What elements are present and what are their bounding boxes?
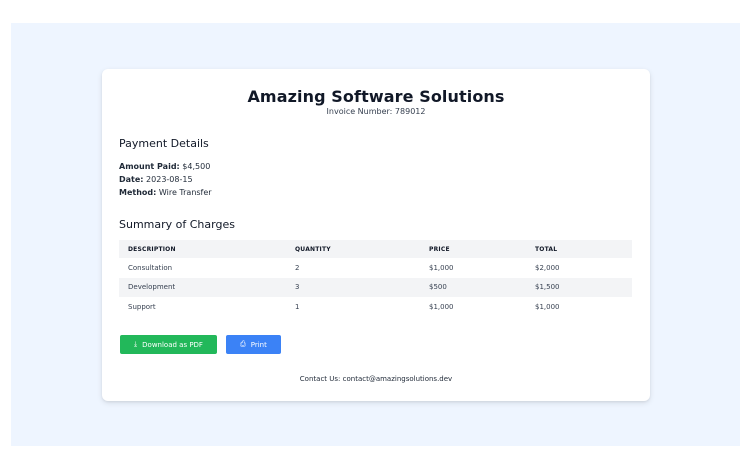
cell-total: $1,000 bbox=[535, 302, 560, 311]
cell-total: $2,000 bbox=[535, 263, 560, 272]
table-header-row: DESCRIPTION QUANTITY PRICE TOTAL bbox=[119, 240, 632, 258]
table-row: Consultation 2 $1,000 $2,000 bbox=[119, 258, 632, 278]
payment-method-label: Method: bbox=[119, 188, 157, 197]
print-button[interactable]: ⎙ Print bbox=[226, 335, 281, 354]
invoice-number-value: 789012 bbox=[394, 107, 426, 116]
column-header-price: PRICE bbox=[420, 240, 526, 258]
cell-total: $1,500 bbox=[526, 277, 632, 297]
contact-line: Contact Us: contact@amazingsolutions.dev bbox=[102, 375, 650, 383]
amount-paid-value: $4,500 bbox=[182, 162, 211, 171]
cell-description: Development bbox=[119, 277, 286, 297]
payment-details-heading: Payment Details bbox=[119, 137, 209, 150]
contact-label: Contact Us: bbox=[299, 375, 341, 383]
summary-of-charges-heading: Summary of Charges bbox=[119, 218, 235, 231]
invoice-number-label: Invoice Number: bbox=[326, 107, 393, 116]
download-pdf-button[interactable]: ⤓ Download as PDF bbox=[120, 335, 217, 354]
cell-quantity: 3 bbox=[286, 277, 420, 297]
column-header-quantity: QUANTITY bbox=[286, 240, 420, 258]
payment-date-value: 2023-08-15 bbox=[146, 175, 193, 184]
table-row: Development 3 $500 $1,500 bbox=[119, 277, 632, 297]
column-header-description: DESCRIPTION bbox=[119, 240, 286, 258]
invoice-card: Amazing Software Solutions Invoice Numbe… bbox=[102, 69, 650, 401]
print-label: Print bbox=[250, 340, 267, 349]
company-name: Amazing Software Solutions bbox=[247, 87, 505, 106]
cell-description: Consultation bbox=[128, 263, 173, 272]
charges-table: DESCRIPTION QUANTITY PRICE TOTAL Consult… bbox=[119, 240, 632, 317]
amount-paid-line: Amount Paid: $4,500 bbox=[119, 162, 210, 171]
cell-price: $1,000 bbox=[429, 302, 454, 311]
cell-price: $500 bbox=[420, 277, 526, 297]
download-icon: ⤓ bbox=[134, 340, 138, 348]
payment-method-line: Method: Wire Transfer bbox=[119, 188, 212, 197]
print-icon: ⎙ bbox=[240, 340, 246, 348]
contact-email[interactable]: contact@amazingsolutions.dev bbox=[343, 375, 453, 383]
table-row: Support 1 $1,000 $1,000 bbox=[119, 297, 632, 317]
payment-date-label: Date: bbox=[119, 175, 144, 184]
cell-description: Support bbox=[128, 302, 156, 311]
cell-quantity: 2 bbox=[295, 263, 300, 272]
payment-date-line: Date: 2023-08-15 bbox=[119, 175, 193, 184]
payment-method-value: Wire Transfer bbox=[158, 188, 212, 197]
cell-price: $1,000 bbox=[429, 263, 454, 272]
column-header-total: TOTAL bbox=[526, 240, 632, 258]
download-pdf-label: Download as PDF bbox=[142, 340, 203, 349]
invoice-number: Invoice Number: 789012 bbox=[102, 107, 650, 116]
amount-paid-label: Amount Paid: bbox=[119, 162, 180, 171]
cell-quantity: 1 bbox=[295, 302, 300, 311]
